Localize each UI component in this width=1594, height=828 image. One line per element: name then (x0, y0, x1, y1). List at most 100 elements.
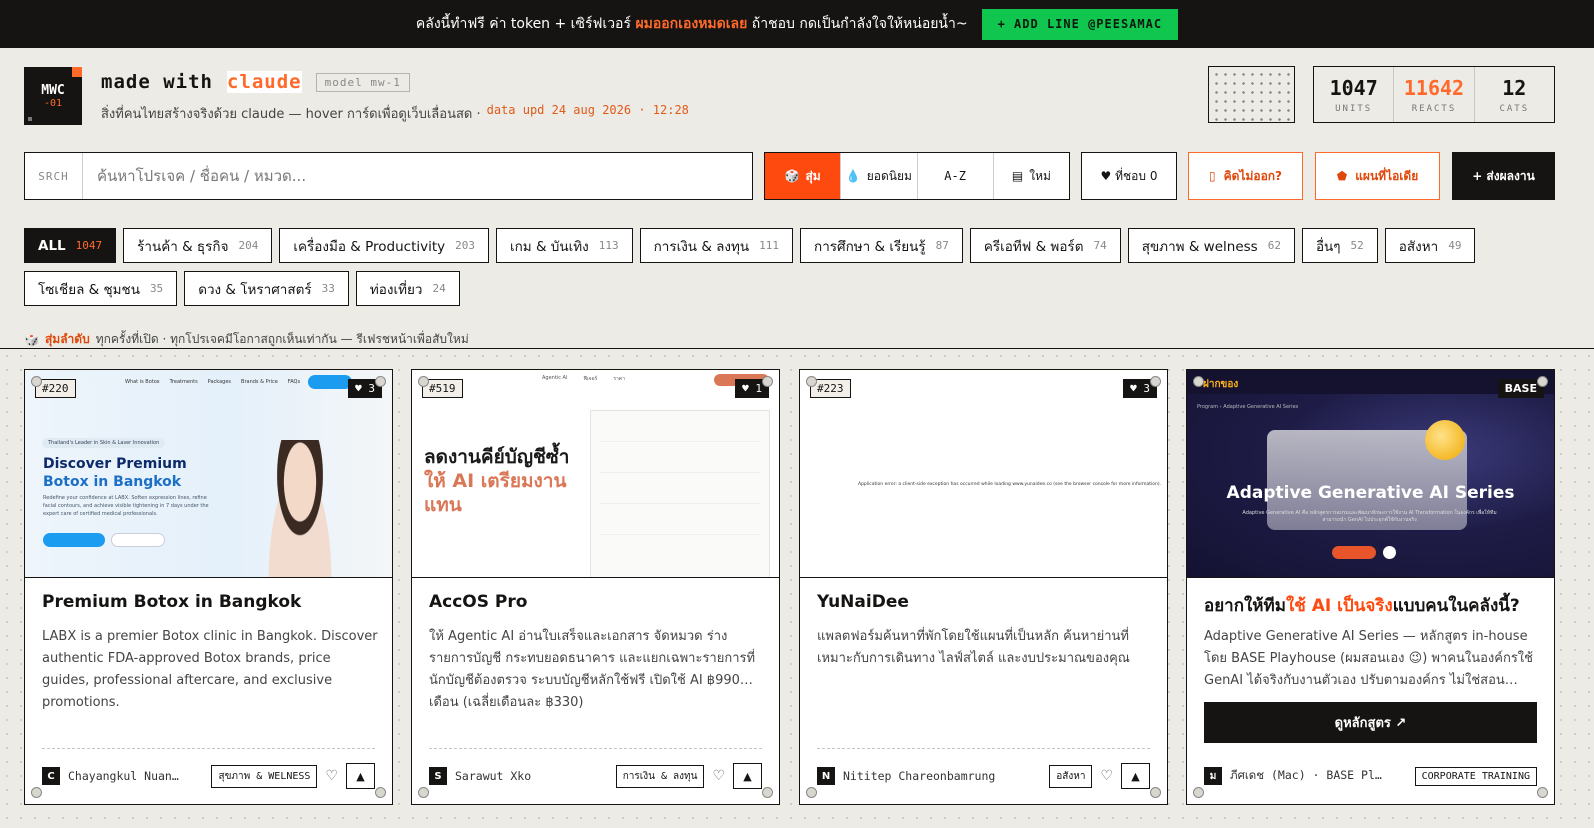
category-label: สุขภาพ & welness (1141, 238, 1258, 255)
idea-map-button[interactable]: ⬟ แผนที่ไอเดีย (1315, 152, 1440, 200)
card-title[interactable]: AccOS Pro (429, 592, 527, 612)
logo[interactable]: MWC -01 (24, 67, 82, 125)
category-chip[interactable]: อสังหา 49 (1384, 228, 1476, 263)
play-icon (1383, 546, 1396, 559)
upvote-button[interactable]: ▲ (346, 763, 375, 789)
category-chips: ALL 1047 ร้านค้า & ธุรกิจ 204 เครื่องมือ & P… (24, 228, 1564, 306)
search-box: SRCH (24, 152, 753, 200)
category-chip[interactable]: ร้านค้า & ธุรกิจ 204 (123, 228, 273, 263)
sort-label: ยอดนิยม (866, 168, 912, 183)
category-count: 52 (1350, 239, 1364, 252)
heart-icon[interactable]: ♡ (712, 768, 725, 784)
avatar: S (429, 767, 447, 785)
category-tag[interactable]: สุขภาพ & WELNESS (211, 764, 318, 788)
category-tag[interactable]: การเงิน & ลงทุน (615, 764, 705, 788)
model-photo (260, 440, 340, 577)
title-part-b: claude (226, 71, 302, 93)
category-label: ALL (38, 237, 66, 254)
favorites-button[interactable]: ♥ ที่ชอบ 0 (1081, 152, 1177, 200)
thumb-headline: Discover Premium Botox in Bangkok (43, 456, 187, 490)
screw-icon (1193, 376, 1204, 387)
drop-icon: 💧 (845, 169, 861, 183)
author-name[interactable]: ภีศเดช (Mac) · BASE Pl… (1230, 767, 1407, 785)
author-name[interactable]: Sarawut Xko (455, 769, 608, 783)
category-label: โซเชียล & ชุมชน (38, 281, 140, 298)
card-title[interactable]: Premium Botox in Bangkok (42, 592, 301, 612)
bulb-image (1425, 420, 1465, 460)
thumb-panel (590, 410, 770, 577)
category-chip[interactable]: ครีเอทีฟ & พอร์ต 74 (969, 228, 1121, 263)
category-chip[interactable]: ดวง & โหราศาสตร์ 33 (184, 271, 349, 306)
category-count: 204 (238, 239, 259, 252)
dice-icon: 🎲 (24, 332, 39, 347)
card-separator (429, 748, 762, 749)
card-separator (42, 748, 375, 749)
category-chip[interactable]: ท่องเที่ยว 24 (355, 271, 460, 306)
sort-az-button[interactable]: A-Z (916, 153, 993, 199)
sort-random-button[interactable]: 🎲 สุ่ม (765, 153, 841, 199)
project-card[interactable]: Agentic AI ฟีเจอร์ ราคา ลดงานคีย์บัญชีซ้ำ … (411, 369, 780, 805)
screw-icon (375, 376, 386, 387)
thumb-pill: Thailand's Leader in Skin & Laser Innova… (42, 438, 166, 448)
screw-icon (1150, 787, 1161, 798)
thumb-button (1332, 546, 1376, 559)
category-chip[interactable]: สุขภาพ & welness 62 (1127, 228, 1295, 263)
add-line-button[interactable]: + ADD LINE @PEESAMAC (981, 8, 1179, 40)
shuffle-text: ทุกครั้งที่เปิด · ทุกโปรเจคมีโอกาสถูกเห็… (95, 332, 469, 346)
project-card[interactable]: Application error: a client-side excepti… (799, 369, 1168, 805)
category-label: ท่องเที่ยว (369, 281, 423, 298)
upvote-button[interactable]: ▲ (733, 763, 762, 789)
category-label: อื่นๆ (1315, 238, 1341, 255)
category-count: 111 (759, 239, 780, 252)
category-chip[interactable]: เครื่องมือ & Productivity 203 (279, 228, 490, 263)
author-name[interactable]: Nititep Chareonbamrung (843, 769, 1041, 783)
no-idea-button[interactable]: ▯ คิดไม่ออก? (1188, 152, 1303, 200)
heart-icon[interactable]: ♡ (325, 768, 338, 784)
stat-units: 1047 UNITS (1314, 67, 1393, 122)
category-tag[interactable]: อสังหา (1049, 764, 1093, 788)
category-label: การเงิน & ลงทุน (653, 238, 750, 255)
category-count: 62 (1267, 239, 1281, 252)
category-count: 74 (1093, 239, 1107, 252)
screw-icon (418, 787, 429, 798)
site-subtitle: สิ่งที่คนไทยสร้างจริงด้วย claude — hover… (101, 103, 689, 124)
card-title[interactable]: YuNaiDee (817, 592, 909, 612)
banner-highlight: ผมออกเองหมดเลย (635, 16, 748, 32)
category-tag[interactable]: CORPORATE TRAINING (1414, 766, 1537, 786)
submit-button[interactable]: + ส่งผลงาน (1452, 152, 1555, 200)
screw-icon (1150, 376, 1161, 387)
card-title[interactable]: อยากให้ทีมใช้ AI เป็นจริงแบบคนในคลังนี้? (1204, 592, 1520, 619)
sort-popular-button[interactable]: 💧 ยอดนิยม (840, 153, 916, 199)
card-description: ให้ Agentic AI อ่านใบเสร็จและเอกสาร จัดห… (429, 629, 756, 710)
project-card[interactable]: What is Botox Treatments Packages Brands & … (24, 369, 393, 805)
category-label: ดวง & โหราศาสตร์ (198, 281, 312, 298)
card-thumbnail: Agentic AI ฟีเจอร์ ราคา ลดงานคีย์บัญชีซ้ำ … (412, 370, 779, 578)
author-name[interactable]: Chayangkul Nuan… (68, 769, 203, 783)
category-chip[interactable]: การเงิน & ลงทุน 111 (639, 228, 794, 263)
card-thumbnail: Application error: a client-side excepti… (800, 370, 1167, 578)
avatar: N (817, 767, 835, 785)
category-label: ร้านค้า & ธุรกิจ (137, 238, 229, 255)
stat-value: 12 (1502, 75, 1527, 100)
search-label: SRCH (25, 153, 83, 199)
map-icon: ⬟ (1336, 169, 1348, 183)
shuffle-note: 🎲 สุ่มลำดับ ทุกครั้งที่เปิด · ทุกโปรเจคม… (24, 330, 469, 349)
category-count: 87 (935, 239, 949, 252)
bulb-icon: ▯ (1208, 169, 1216, 183)
category-chip[interactable]: อื่นๆ 52 (1301, 228, 1378, 263)
upvote-button[interactable]: ▲ (1121, 763, 1150, 789)
sponsored-card[interactable]: ฝากของ Program › Adaptive Generative AI … (1186, 369, 1555, 805)
stats-panel: 1047 UNITS 11642 REACTS 12 CATS (1313, 66, 1555, 123)
category-chip[interactable]: โซเชียล & ชุมชน 35 (24, 271, 178, 306)
category-label: ครีเอทีฟ & พอร์ต (983, 238, 1084, 255)
view-course-button[interactable]: ดูหลักสูตร ↗ (1204, 702, 1537, 743)
thumb-nav: Agentic AI ฟีเจอร์ ราคา (542, 375, 625, 382)
heart-icon[interactable]: ♡ (1100, 768, 1113, 784)
search-input[interactable] (83, 153, 752, 199)
screw-icon (806, 376, 817, 387)
category-chip[interactable]: การศึกษา & เรียนรู้ 87 (800, 228, 963, 263)
site-title: made with claude model mw-1 (101, 71, 410, 93)
category-chip[interactable]: ALL 1047 (24, 228, 117, 263)
category-chip[interactable]: เกม & บันเทิง 113 (496, 228, 633, 263)
sort-new-button[interactable]: ▤ ใหม่ (992, 153, 1069, 199)
